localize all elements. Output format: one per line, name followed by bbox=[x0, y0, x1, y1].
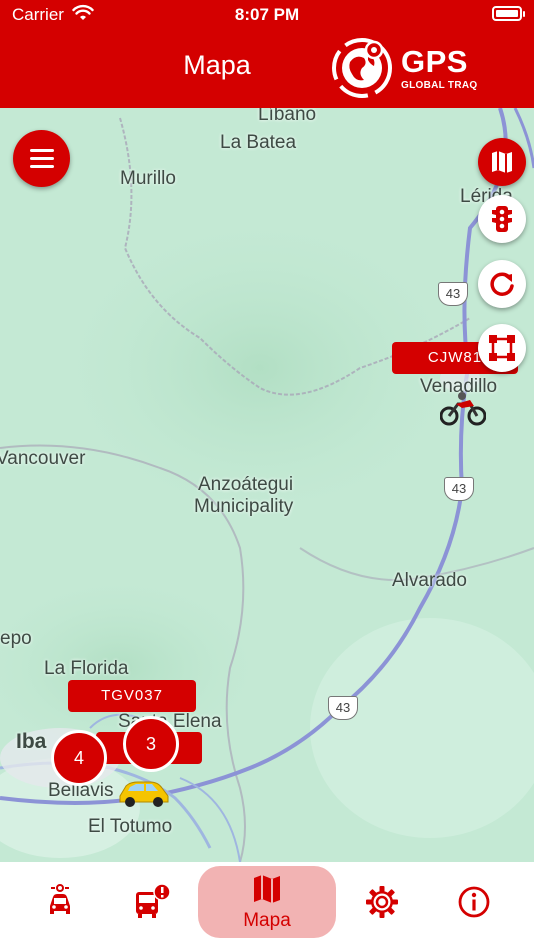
brand-logo: GPS GLOBAL TRAQ bbox=[330, 36, 530, 100]
motorcycle-icon[interactable] bbox=[440, 390, 486, 426]
taxi-icon[interactable] bbox=[116, 778, 172, 808]
logo-subtext: GLOBAL TRAQ bbox=[401, 80, 478, 91]
map-label: La Batea bbox=[220, 132, 297, 153]
map-label: Alvarado bbox=[392, 570, 467, 591]
tab-map[interactable]: Mapa bbox=[198, 862, 336, 950]
refresh-icon bbox=[490, 272, 514, 296]
gear-icon bbox=[366, 886, 398, 918]
menu-icon-bar bbox=[30, 157, 54, 160]
vehicle-icon bbox=[50, 884, 70, 914]
map-view[interactable]: Líbano La Batea Murillo Lérida Venadillo… bbox=[0, 108, 534, 862]
map-label: La Florida bbox=[44, 658, 129, 679]
battery-icon bbox=[492, 6, 525, 21]
status-bar: Carrier 8:07 PM bbox=[0, 0, 534, 28]
map-label: Anzoátegui bbox=[198, 474, 294, 495]
bottom-navigation: Mapa bbox=[0, 862, 534, 950]
fit-bounds-icon bbox=[489, 335, 515, 361]
vehicle-plate-label[interactable]: TGV037 bbox=[68, 680, 196, 712]
map-icon bbox=[254, 875, 280, 903]
map-label: epo bbox=[0, 628, 32, 649]
info-icon bbox=[458, 886, 490, 918]
app-header: Mapa GPS GLOBAL TRAQ bbox=[0, 28, 534, 108]
globe-logo-icon bbox=[332, 38, 392, 98]
map-label: El Totumo bbox=[88, 816, 173, 837]
vehicle-cluster[interactable]: 4 bbox=[51, 730, 107, 786]
tab-alerts[interactable] bbox=[130, 862, 174, 950]
tab-map-label: Mapa bbox=[243, 910, 291, 931]
menu-button[interactable] bbox=[13, 130, 70, 187]
menu-icon-bar bbox=[30, 165, 54, 168]
bus-alert-icon bbox=[136, 883, 171, 918]
highway-shield: 43 bbox=[438, 282, 468, 306]
traffic-light-icon bbox=[492, 206, 512, 232]
menu-icon-bar bbox=[30, 149, 54, 152]
refresh-button[interactable] bbox=[478, 260, 526, 308]
highway-shield: 43 bbox=[444, 477, 474, 501]
map-label: Vancouver bbox=[0, 448, 86, 469]
map-label: Líbano bbox=[258, 108, 317, 125]
map-label: Murillo bbox=[120, 168, 176, 189]
tab-vehicles[interactable] bbox=[38, 862, 82, 950]
tab-settings[interactable] bbox=[360, 862, 404, 950]
map-type-button[interactable] bbox=[478, 138, 526, 186]
highway-shield: 43 bbox=[328, 696, 358, 720]
traffic-button[interactable] bbox=[478, 195, 526, 243]
map-icon bbox=[492, 151, 512, 173]
tab-info[interactable] bbox=[452, 862, 496, 950]
clock: 8:07 PM bbox=[234, 5, 300, 24]
map-label: Municipality bbox=[194, 496, 294, 517]
map-label: Iba bbox=[16, 730, 47, 753]
logo-text: GPS bbox=[401, 44, 468, 79]
fit-bounds-button[interactable] bbox=[478, 324, 526, 372]
vehicle-cluster[interactable]: 3 bbox=[123, 716, 179, 772]
